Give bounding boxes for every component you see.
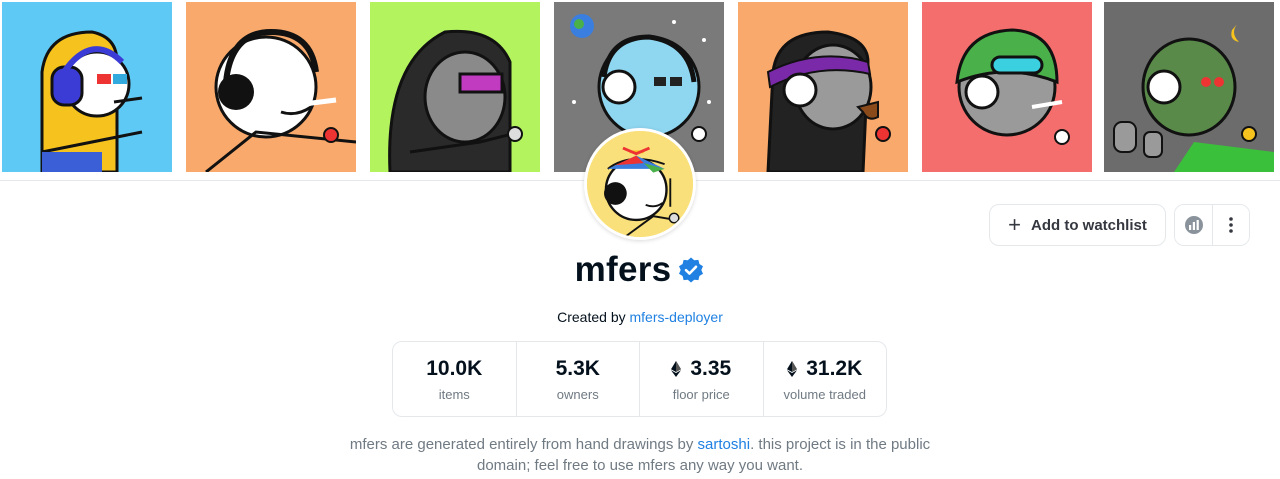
creator-line: Created by mfers-deployer xyxy=(0,309,1280,325)
verified-badge-icon xyxy=(677,256,705,284)
collection-actions: + Add to watchlist xyxy=(989,204,1250,246)
stat-value: 31.2K xyxy=(787,357,862,381)
mfer-tile-1 xyxy=(2,2,172,172)
mfer-tile-6 xyxy=(922,2,1092,172)
stat-value: 3.35 xyxy=(671,357,731,381)
stat-owners[interactable]: 5.3K owners xyxy=(515,342,640,416)
more-vertical-icon xyxy=(1229,217,1233,233)
mfer-artwork-1 xyxy=(2,2,172,172)
more-options-button[interactable] xyxy=(1212,205,1249,245)
mfer-artwork-6 xyxy=(922,2,1092,172)
collection-stats: 10.0K items 5.3K owners 3.35 floor price… xyxy=(392,341,887,417)
created-by-label: Created by xyxy=(557,309,626,325)
stat-value: 10.0K xyxy=(426,356,483,380)
secondary-actions xyxy=(1174,204,1250,246)
stat-items[interactable]: 10.0K items xyxy=(393,342,516,416)
stat-volume-traded[interactable]: 31.2K volume traded xyxy=(762,342,887,416)
mfer-avatar-image xyxy=(587,131,693,237)
stat-label: owners xyxy=(556,386,599,402)
creator-link[interactable]: mfers-deployer xyxy=(630,309,723,325)
mfer-artwork-5 xyxy=(738,2,908,172)
ethereum-icon xyxy=(671,360,682,377)
mfer-artwork-2 xyxy=(186,2,356,172)
mfer-tile-7 xyxy=(1104,2,1274,172)
mfer-artwork-7 xyxy=(1104,2,1274,172)
stat-label: items xyxy=(438,386,470,402)
plus-icon: + xyxy=(1008,212,1021,237)
sartoshi-link[interactable]: sartoshi xyxy=(698,436,751,453)
chart-icon xyxy=(1184,216,1203,234)
collection-title: mfers xyxy=(574,250,672,289)
watchlist-label: Add to watchlist xyxy=(1031,216,1147,234)
mfer-tile-5 xyxy=(738,2,908,172)
collection-title-row: mfers xyxy=(0,250,1280,290)
stat-label: floor price xyxy=(672,386,730,402)
stats-button[interactable] xyxy=(1175,205,1212,245)
mfer-tile-3 xyxy=(370,2,540,172)
ethereum-icon xyxy=(787,360,798,377)
stat-floor-price[interactable]: 3.35 floor price xyxy=(639,342,763,416)
description-text-start: mfers are generated entirely from hand d… xyxy=(349,436,698,453)
mfer-tile-2 xyxy=(186,2,356,172)
collection-description: mfers are generated entirely from hand d… xyxy=(330,434,950,476)
add-to-watchlist-button[interactable]: + Add to watchlist xyxy=(989,204,1166,246)
stat-value: 5.3K xyxy=(555,356,600,380)
collection-avatar xyxy=(584,128,696,240)
mfer-artwork-3 xyxy=(370,2,540,172)
stat-label: volume traded xyxy=(783,386,866,402)
